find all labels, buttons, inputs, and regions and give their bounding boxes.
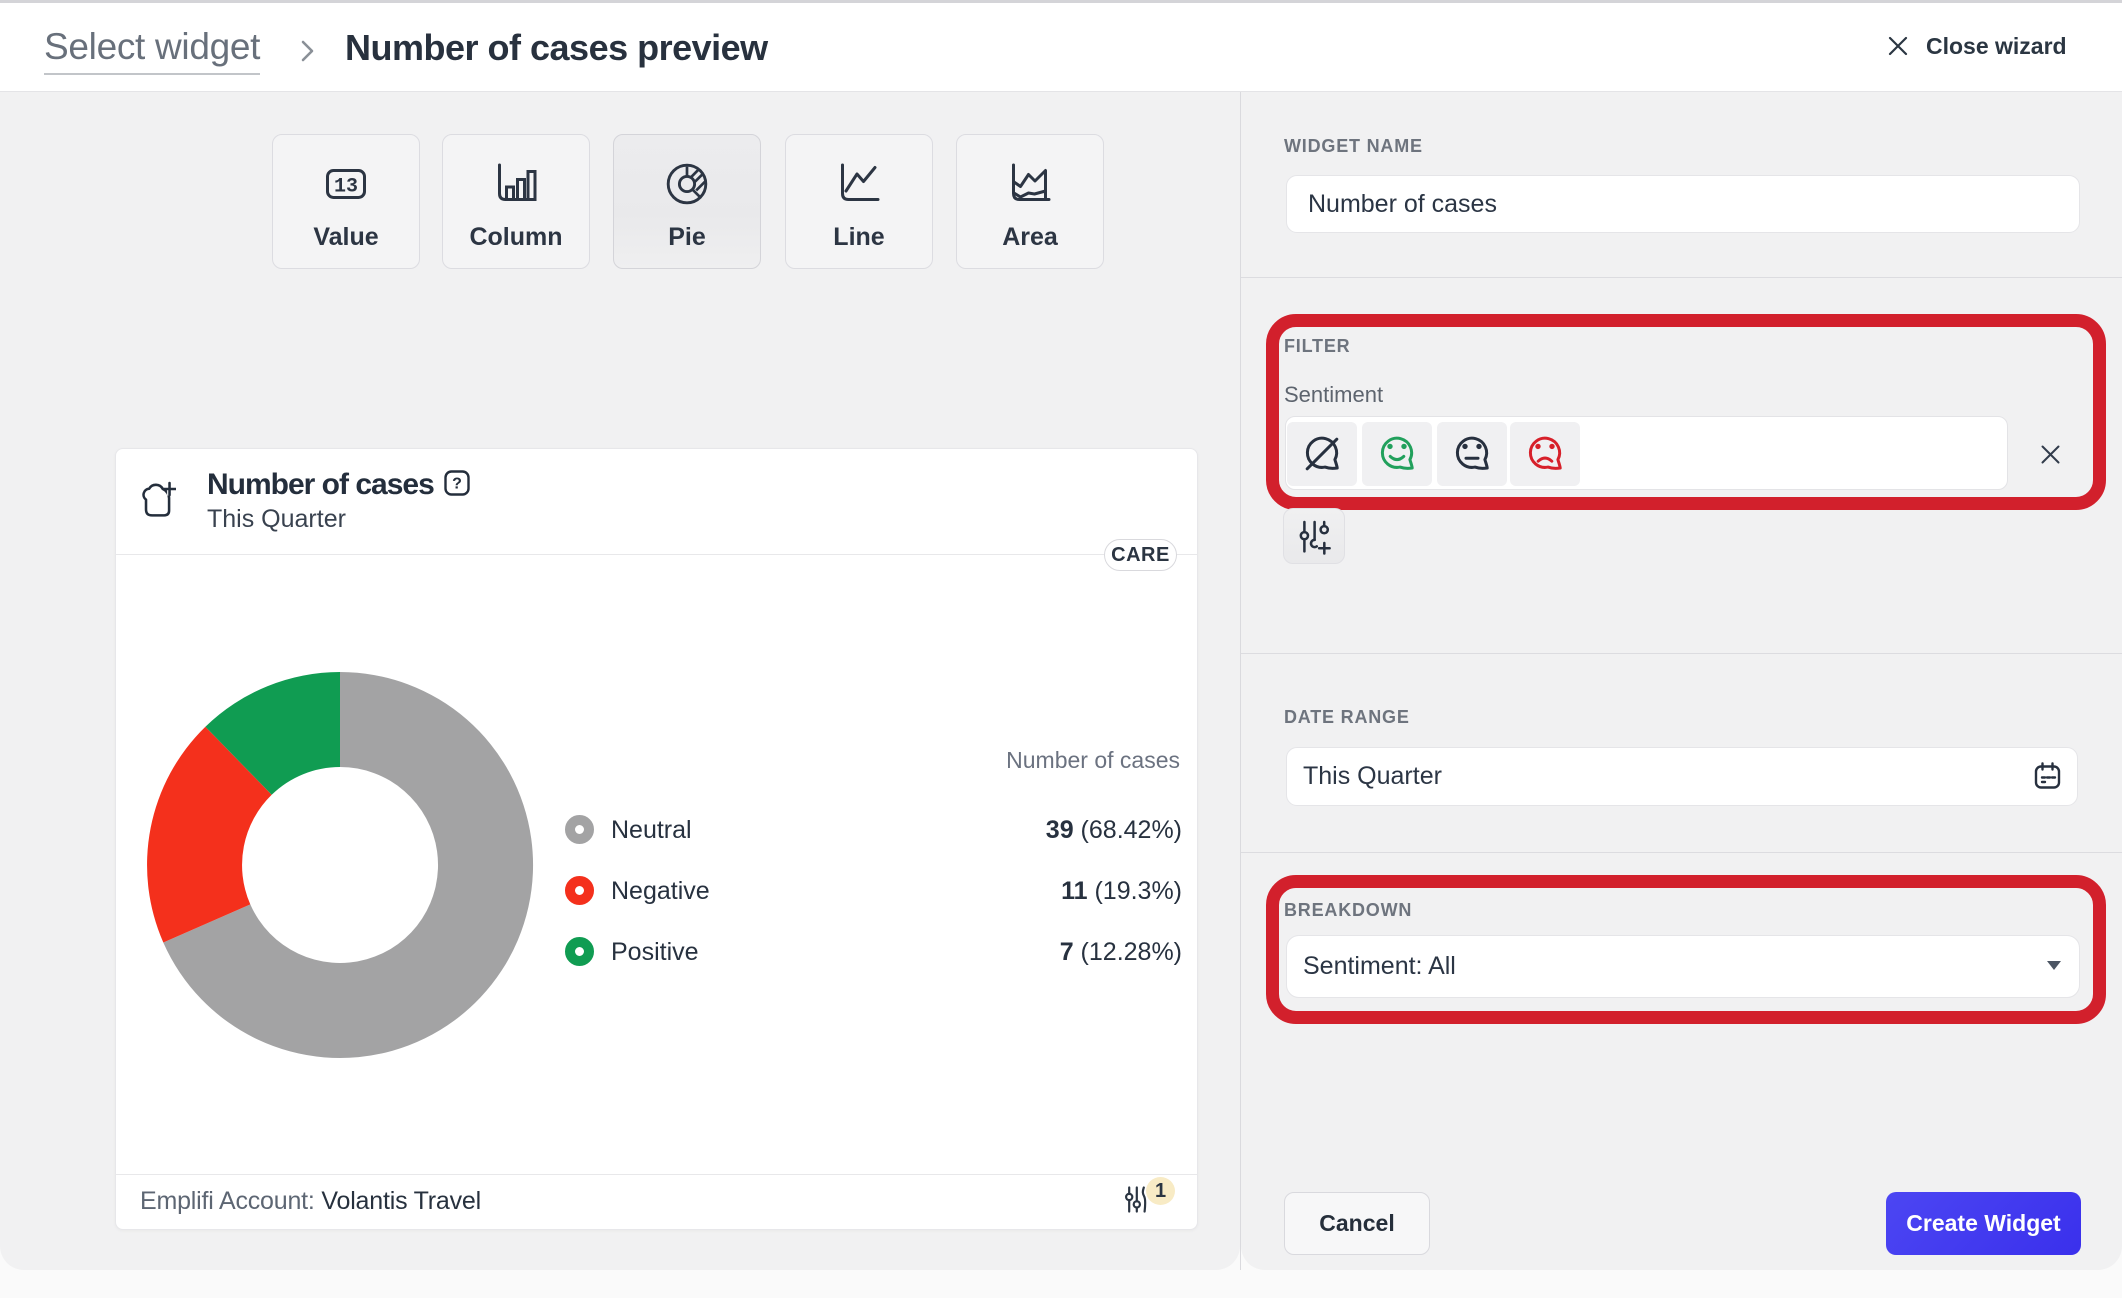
svg-text:?: ?	[452, 476, 462, 493]
svg-text:13: 13	[334, 176, 358, 199]
